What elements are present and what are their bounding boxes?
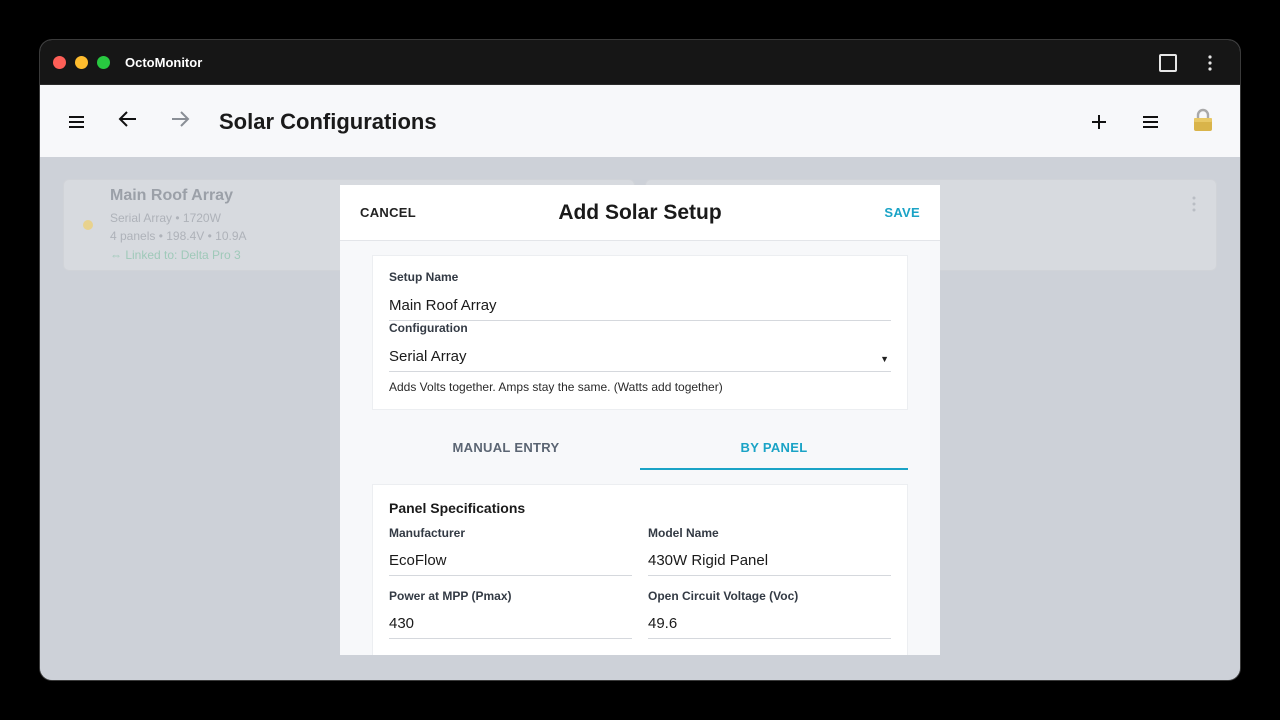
dropdown-arrow-icon: ▼ [880,354,889,364]
card-title: Main Roof Array [110,187,233,204]
card-more-icon[interactable] [1192,196,1196,212]
sun-icon [83,220,93,230]
app-window: OctoMonitor Solar Configurations Main Ro [40,40,1240,680]
setup-details-section: Setup Name Main Roof Array Configuration… [372,255,908,410]
manufacturer-label: Manufacturer [389,526,466,540]
close-window-button[interactable] [53,56,66,69]
minimize-window-button[interactable] [75,56,88,69]
maximize-window-button[interactable] [97,56,110,69]
manufacturer-input[interactable]: EcoFlow [389,548,632,576]
app-bar: Solar Configurations [40,85,1240,157]
voc-value: 49.6 [648,615,678,632]
setup-name-input[interactable]: Main Roof Array [389,293,891,321]
setup-name-value: Main Roof Array [389,297,497,314]
save-button[interactable]: SAVE [884,205,920,220]
tab-by-panel[interactable]: BY PANEL [640,430,908,470]
pmax-value: 430 [389,615,415,632]
dialog-header: CANCEL Add Solar Setup SAVE [340,185,940,241]
model-name-input[interactable]: 430W Rigid Panel [648,548,891,576]
back-arrow-icon[interactable] [117,108,139,130]
model-name-value: 430W Rigid Panel [648,552,769,569]
card-link: ⇔ Linked to: Delta Pro 3 [110,248,241,262]
section-title: Panel Specifications [389,500,526,516]
window-square-icon[interactable] [1159,54,1177,72]
card-details: 4 panels • 198.4V • 10.9A [110,229,247,243]
manufacturer-value: EcoFlow [389,552,447,569]
lock-icon[interactable] [1192,107,1214,133]
model-name-label: Model Name [648,526,719,540]
page-title: Solar Configurations [219,109,437,134]
configuration-value: Serial Array [389,348,467,365]
voc-label: Open Circuit Voltage (Voc) [648,589,799,603]
voc-input[interactable]: 49.6 [648,611,891,639]
app-title: OctoMonitor [125,55,203,70]
tab-manual-entry[interactable]: MANUAL ENTRY [372,430,640,470]
card-subtitle: Serial Array • 1720W [110,211,221,225]
add-solar-setup-dialog: CANCEL Add Solar Setup SAVE Setup Name M… [340,185,940,655]
list-icon[interactable] [1140,111,1162,133]
pmax-label: Power at MPP (Pmax) [389,589,512,603]
configuration-hint: Adds Volts together. Amps stay the same.… [389,380,723,394]
entry-mode-tabs: MANUAL ENTRY BY PANEL [372,430,908,470]
add-icon[interactable] [1088,111,1110,133]
menu-icon[interactable] [66,111,88,133]
title-bar: OctoMonitor [40,40,1240,85]
configuration-select[interactable]: Serial Array ▼ [389,344,891,372]
panel-specifications-section: Panel Specifications Manufacturer EcoFlo… [372,484,908,655]
pmax-input[interactable]: 430 [389,611,632,639]
dialog-title: Add Solar Setup [558,201,722,224]
setup-name-label: Setup Name [389,270,459,284]
configuration-label: Configuration [389,321,468,335]
window-more-icon[interactable] [1200,53,1220,73]
forward-arrow-icon[interactable] [169,108,191,130]
